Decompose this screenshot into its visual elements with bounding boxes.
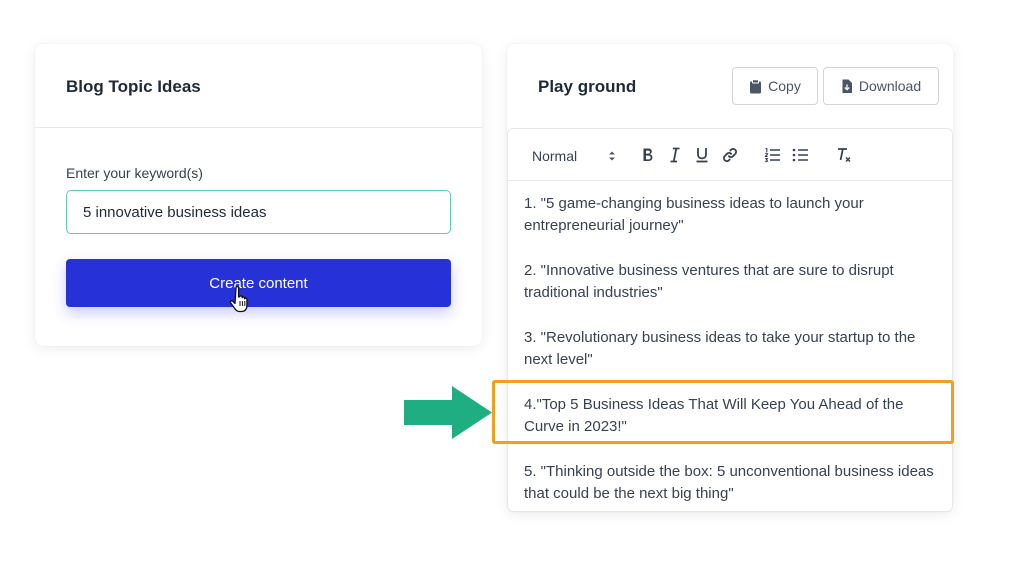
list-item: 5. "Thinking outside the box: 5 unconven… [524,463,934,502]
copy-label: Copy [768,78,801,94]
playground-card: Play ground Copy Download Normal 1. "5 g… [507,44,953,512]
clipboard-icon [750,78,762,93]
bold-icon [643,148,653,161]
create-content-button[interactable]: Create content [66,259,451,307]
hand-cursor-icon [229,285,248,313]
blog-topic-ideas-card: Blog Topic Ideas Enter your keyword(s) C… [35,44,482,346]
underline-icon [696,148,708,163]
clear-format-button[interactable] [832,143,856,167]
select-arrows-icon [609,151,615,161]
bullet-list-icon [792,148,808,162]
format-value: Normal [532,148,578,164]
clear-format-icon [837,148,851,163]
format-select[interactable]: Normal [532,146,616,166]
link-icon [723,148,737,162]
italic-button[interactable] [663,143,687,167]
right-arrow-icon [404,386,492,439]
list-item: 2. "Innovative business ventures that ar… [524,262,894,301]
italic-icon [670,147,680,163]
download-label: Download [858,78,922,94]
rich-text-editor[interactable]: Normal 1. "5 game-changing business idea… [507,128,953,512]
list-item: 3. "Revolutionary business ideas to take… [524,329,916,368]
link-button[interactable] [718,143,742,167]
card-title: Play ground [538,77,637,96]
keyword-input[interactable] [66,190,451,234]
bold-button[interactable] [636,143,660,167]
ordered-list-icon [764,147,780,163]
editor-toolbar: Normal [508,129,952,181]
bullet-list-button[interactable] [788,143,812,167]
underline-button[interactable] [690,143,714,167]
keyword-label: Enter your keyword(s) [66,165,203,181]
download-button[interactable]: Download [823,67,939,105]
list-item: 1. "5 game-changing business ideas to la… [524,195,864,234]
card-title: Blog Topic Ideas [66,77,201,96]
copy-button[interactable]: Copy [732,67,818,105]
download-file-icon [842,79,852,93]
divider [35,127,482,128]
ordered-list-button[interactable] [760,143,784,167]
list-item-highlighted: 4."Top 5 Business Ideas That Will Keep Y… [524,396,904,435]
